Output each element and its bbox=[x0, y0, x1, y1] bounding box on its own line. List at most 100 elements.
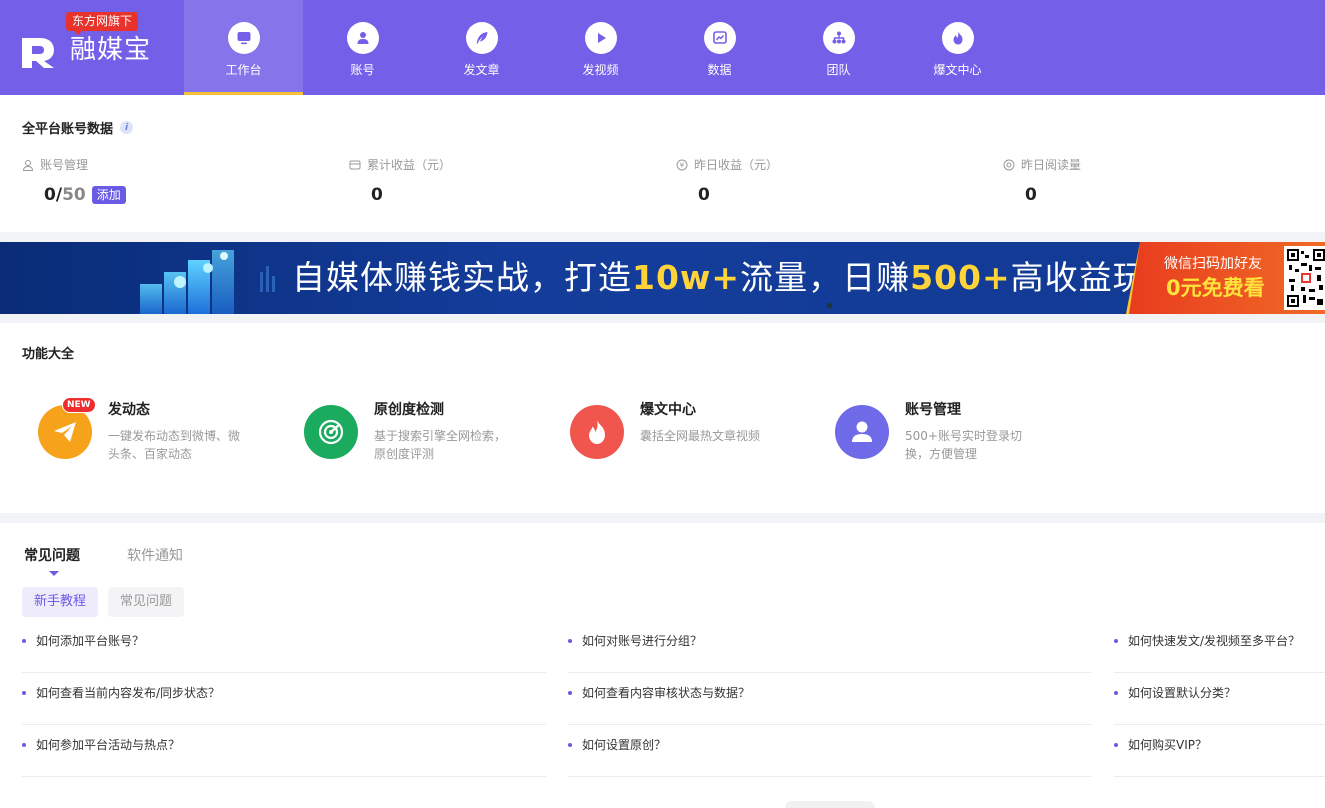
faq-item[interactable]: 如何对账号进行分组？ bbox=[568, 621, 1092, 673]
tab-software-notice[interactable]: 软件通知 bbox=[127, 547, 183, 565]
yesterday-income-value: 0 bbox=[698, 185, 710, 205]
add-account-button[interactable]: 添加 bbox=[91, 186, 126, 204]
bullet bbox=[568, 639, 572, 643]
banner-text-part: 流量，日赚 bbox=[740, 258, 911, 297]
cta-free-text: 0元免费看 bbox=[1166, 276, 1265, 300]
faq-subtabs: 新手教程 常见问题 bbox=[22, 587, 194, 617]
feature-desc: 500+账号实时登录切换，方便管理 bbox=[905, 429, 1022, 461]
paper-plane-icon bbox=[38, 405, 92, 459]
nav-item-account[interactable]: 账号 bbox=[303, 0, 422, 95]
bullet bbox=[22, 639, 26, 643]
feature-originality-check[interactable]: 原创度检测 基于搜索引擎全网检索，原创度评测 bbox=[304, 401, 544, 471]
brand-name: 融媒宝 bbox=[70, 35, 152, 65]
qr-code-icon bbox=[1284, 246, 1325, 310]
faq-item[interactable]: 如何参加平台活动与热点？ bbox=[22, 725, 546, 777]
info-icon[interactable]: i bbox=[120, 121, 134, 134]
nav-label: 工作台 bbox=[225, 63, 262, 77]
nav-label: 发视频 bbox=[582, 63, 619, 77]
nav-label: 账号 bbox=[350, 63, 375, 77]
nav-item-hot-articles[interactable]: 爆文中心 bbox=[898, 0, 1017, 95]
stat-yesterday-reads: 昨日阅读量 0 bbox=[1003, 157, 1081, 206]
bullet bbox=[1114, 639, 1118, 643]
faq-question: 如何设置原创？ bbox=[582, 738, 667, 752]
promo-banner[interactable]: 自媒体赚钱实战，打造10w+流量，日赚500+高收益玩法 微信扫码加好友 0元免… bbox=[0, 242, 1325, 314]
banner-text-part: 自媒体赚钱实战，打造 bbox=[292, 258, 632, 297]
nav-item-workbench[interactable]: 工作台 bbox=[184, 0, 303, 95]
stat-label: 昨日阅读量 bbox=[1021, 158, 1082, 172]
nav-label: 数据 bbox=[707, 63, 732, 77]
feature-name: 账号管理 bbox=[905, 402, 961, 418]
feature-name: 爆文中心 bbox=[640, 402, 696, 418]
stat-label: 账号管理 bbox=[40, 158, 89, 172]
banner-headline: 自媒体赚钱实战，打造10w+流量，日赚500+高收益玩法 bbox=[292, 256, 1181, 300]
stat-label-row: ¥ 昨日收益（元） bbox=[676, 157, 778, 173]
stat-yesterday-income: ¥ 昨日收益（元） 0 bbox=[676, 157, 778, 206]
brand-logo[interactable]: 东方网旗下 融媒宝 bbox=[18, 10, 178, 85]
stat-label-row: 累计收益（元） bbox=[349, 157, 451, 173]
nav-item-post-video[interactable]: 发视频 bbox=[541, 0, 660, 95]
faq-item[interactable]: 如何查看当前内容发布/同步状态？ bbox=[22, 673, 546, 725]
faq-question: 如何设置默认分类？ bbox=[1128, 686, 1237, 700]
faq-question: 如何添加平台账号？ bbox=[36, 634, 145, 648]
feature-desc: 基于搜索引擎全网检索，原创度评测 bbox=[374, 429, 507, 461]
stat-label: 昨日收益（元） bbox=[694, 158, 779, 172]
account-max: 50 bbox=[62, 185, 86, 205]
coin-icon: ¥ bbox=[676, 159, 688, 171]
chart-icon bbox=[703, 22, 736, 54]
faq-item[interactable]: 如何查看内容审核状态与数据？ bbox=[568, 673, 1092, 725]
bullet bbox=[22, 743, 26, 747]
subtab-common-questions[interactable]: 常见问题 bbox=[108, 587, 185, 617]
total-income-value: 0 bbox=[371, 185, 383, 205]
faq-question: 如何对账号进行分组？ bbox=[582, 634, 703, 648]
tab-faq[interactable]: 常见问题 bbox=[24, 547, 80, 576]
feature-post-dynamic[interactable]: NEW 发动态 一键发布动态到微博、微头条、百家动态 bbox=[38, 397, 278, 471]
data-cubes-illustration bbox=[140, 250, 275, 314]
faq-question: 如何参加平台活动与热点？ bbox=[36, 738, 181, 752]
feature-desc: 一键发布动态到微博、微头条、百家动态 bbox=[108, 429, 241, 461]
user-outline-icon bbox=[22, 160, 34, 171]
feature-desc: 囊括全网最热文章视频 bbox=[640, 429, 761, 443]
faq-question: 如何查看内容审核状态与数据？ bbox=[582, 686, 751, 700]
stat-label-row: 昨日阅读量 bbox=[1003, 157, 1081, 173]
yesterday-reads-value: 0 bbox=[1025, 185, 1037, 205]
faq-item[interactable]: 如何添加平台账号？ bbox=[22, 621, 546, 673]
faq-tabs: 常见问题 软件通知 bbox=[24, 547, 230, 576]
user-icon bbox=[346, 22, 379, 54]
logo-mark-icon bbox=[22, 38, 54, 68]
features-title: 功能大全 bbox=[22, 347, 75, 362]
feature-hot-articles[interactable]: 爆文中心 囊括全网最热文章视频 bbox=[570, 401, 810, 471]
carousel-indicator[interactable] bbox=[827, 303, 832, 308]
cta-scan-text: 微信扫码加好友 bbox=[1164, 256, 1262, 272]
pagination-handle[interactable] bbox=[785, 801, 875, 808]
nav-item-data[interactable]: 数据 bbox=[660, 0, 779, 95]
team-icon bbox=[822, 22, 855, 54]
nav-item-post-article[interactable]: 发文章 bbox=[422, 0, 541, 95]
radar-icon bbox=[304, 405, 358, 459]
play-icon bbox=[584, 22, 617, 54]
fire-icon bbox=[941, 22, 974, 54]
subtab-beginner-tutorial[interactable]: 新手教程 bbox=[22, 587, 99, 617]
nav-label: 发文章 bbox=[463, 63, 500, 77]
flame-icon bbox=[570, 405, 624, 459]
faq-item[interactable]: 如何设置默认分类？ bbox=[1114, 673, 1325, 725]
feature-account-management[interactable]: 账号管理 500+账号实时登录切换，方便管理 bbox=[835, 401, 1075, 471]
bullet bbox=[1114, 743, 1118, 747]
account-stats-panel: 全平台账号数据 i 账号管理 0 / 50 添加 累计收益（元） 0 ¥ 昨日收… bbox=[0, 95, 1325, 232]
nav-item-team[interactable]: 团队 bbox=[779, 0, 898, 95]
stat-label-row: 账号管理 bbox=[22, 157, 126, 173]
banner-highlight: 10w+ bbox=[632, 258, 741, 297]
feature-name: 发动态 bbox=[108, 402, 150, 418]
wallet-icon bbox=[349, 160, 361, 170]
faq-item[interactable]: 如何设置原创？ bbox=[568, 725, 1092, 777]
account-count: 0 / 50 添加 bbox=[44, 184, 126, 206]
banner-highlight: 500+ bbox=[910, 258, 1011, 297]
faq-panel: 常见问题 软件通知 新手教程 常见问题 如何添加平台账号？ 如何对账号进行分组？… bbox=[0, 523, 1325, 808]
bullet bbox=[1114, 691, 1118, 695]
faq-item[interactable]: 如何快速发文/发视频至多平台？ bbox=[1114, 621, 1325, 673]
bullet bbox=[568, 743, 572, 747]
faq-question: 如何购买VIP？ bbox=[1128, 738, 1207, 752]
faq-item[interactable]: 如何购买VIP？ bbox=[1114, 725, 1325, 777]
svg-text:¥: ¥ bbox=[680, 162, 685, 170]
top-navigation-bar: 东方网旗下 融媒宝 工作台 账号 发文章 发视频 数据 团队 爆文中心 bbox=[0, 0, 1325, 95]
stat-label: 累计收益（元） bbox=[367, 158, 452, 172]
